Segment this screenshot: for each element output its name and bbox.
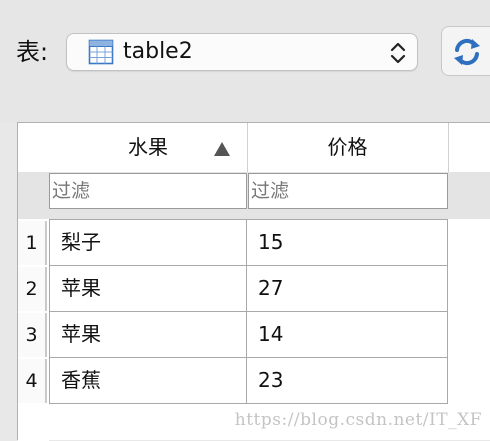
refresh-button[interactable] bbox=[441, 26, 490, 76]
table-cell-price[interactable]: 27 bbox=[247, 266, 448, 312]
up-down-chevron-icon bbox=[390, 42, 406, 64]
column-header-fruit-label: 水果 bbox=[128, 135, 168, 159]
row-number[interactable]: 4 bbox=[18, 359, 47, 403]
column-header-price-label: 价格 bbox=[327, 135, 368, 159]
column-divider[interactable] bbox=[448, 123, 449, 172]
row-number[interactable]: 1 bbox=[18, 221, 47, 265]
row-number[interactable]: 2 bbox=[18, 267, 47, 311]
table-icon bbox=[88, 39, 114, 65]
filter-input-price[interactable] bbox=[248, 173, 448, 209]
table-select[interactable]: table2 bbox=[66, 33, 418, 71]
table-cell-fruit[interactable]: 苹果 bbox=[49, 312, 247, 358]
watermark: https://blog.csdn.net/IT_XF bbox=[234, 410, 482, 430]
table-cell-price[interactable]: 23 bbox=[247, 358, 448, 404]
filter-input-fruit[interactable] bbox=[49, 173, 247, 209]
table-cell-price[interactable]: 15 bbox=[247, 220, 448, 266]
table-cell-fruit[interactable]: 香蕉 bbox=[49, 358, 247, 404]
table-cell-fruit[interactable]: 苹果 bbox=[49, 266, 247, 312]
sort-ascending-icon[interactable] bbox=[214, 142, 230, 156]
table-cell-price[interactable]: 14 bbox=[247, 312, 448, 358]
row-number[interactable]: 3 bbox=[18, 313, 47, 357]
table-select-value: table2 bbox=[123, 39, 193, 64]
column-header-price[interactable]: 价格 bbox=[247, 123, 448, 172]
data-grid: 水果 价格 1 梨子 15 2 苹果 27 3 苹果 14 4 香蕉 23 bbox=[17, 122, 490, 441]
table-label: 表: bbox=[16, 38, 49, 66]
table-cell-fruit[interactable]: 梨子 bbox=[49, 220, 247, 266]
toolbar: 表: table2 bbox=[0, 0, 490, 122]
refresh-icon bbox=[454, 38, 480, 66]
